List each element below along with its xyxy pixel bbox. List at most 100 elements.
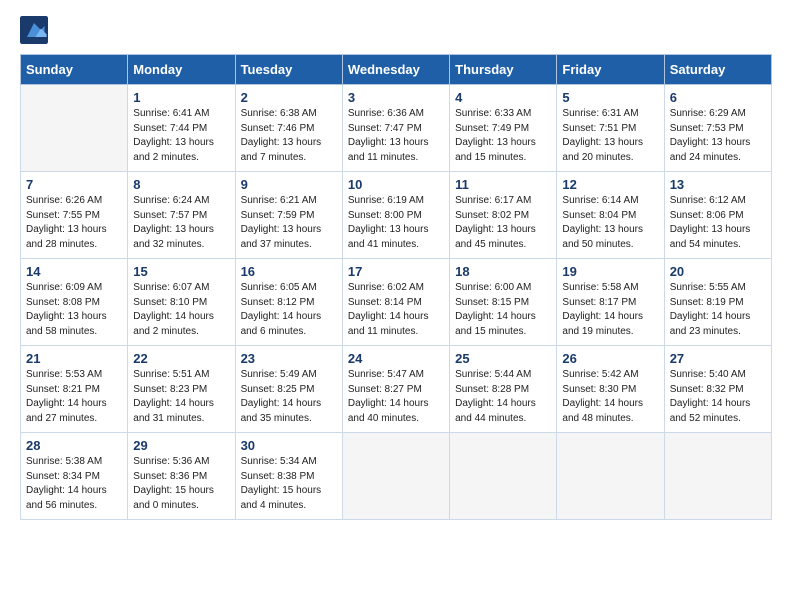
- day-details: Sunrise: 5:42 AM Sunset: 8:30 PM Dayligh…: [562, 368, 658, 426]
- calendar-cell: 20 Sunrise: 5:55 AM Sunset: 8:19 PM Dayli…: [664, 259, 771, 346]
- day-details: Sunrise: 6:07 AM Sunset: 8:10 PM Dayligh…: [133, 281, 229, 339]
- day-details: Sunrise: 5:49 AM Sunset: 8:25 PM Dayligh…: [241, 368, 337, 426]
- day-number: 26: [562, 351, 658, 366]
- day-details: Sunrise: 5:36 AM Sunset: 8:36 PM Dayligh…: [133, 455, 229, 513]
- day-details: Sunrise: 6:31 AM Sunset: 7:51 PM Dayligh…: [562, 107, 658, 165]
- day-details: Sunrise: 5:53 AM Sunset: 8:21 PM Dayligh…: [26, 368, 122, 426]
- day-details: Sunrise: 5:34 AM Sunset: 8:38 PM Dayligh…: [241, 455, 337, 513]
- calendar-cell: 9 Sunrise: 6:21 AM Sunset: 7:59 PM Daylig…: [235, 172, 342, 259]
- calendar-cell: 26 Sunrise: 5:42 AM Sunset: 8:30 PM Dayli…: [557, 346, 664, 433]
- calendar-cell: 8 Sunrise: 6:24 AM Sunset: 7:57 PM Daylig…: [128, 172, 235, 259]
- day-number: 3: [348, 90, 444, 105]
- day-number: 9: [241, 177, 337, 192]
- day-number: 11: [455, 177, 551, 192]
- day-details: Sunrise: 5:47 AM Sunset: 8:27 PM Dayligh…: [348, 368, 444, 426]
- day-number: 18: [455, 264, 551, 279]
- calendar-cell: 12Sunrise: 6:14 AM Sunset: 8:04 PM Dayli…: [557, 172, 664, 259]
- day-details: Sunrise: 6:33 AM Sunset: 7:49 PM Dayligh…: [455, 107, 551, 165]
- calendar-week-row: 28 Sunrise: 5:38 AM Sunset: 8:34 PM Dayli…: [21, 433, 772, 520]
- calendar-week-row: 21Sunrise: 5:53 AM Sunset: 8:21 PM Dayli…: [21, 346, 772, 433]
- day-number: 30: [241, 438, 337, 453]
- day-number: 2: [241, 90, 337, 105]
- day-number: 25: [455, 351, 551, 366]
- calendar-week-row: 1 Sunrise: 6:41 AM Sunset: 7:44 PM Daylig…: [21, 85, 772, 172]
- calendar-cell: 25Sunrise: 5:44 AM Sunset: 8:28 PM Dayli…: [450, 346, 557, 433]
- day-details: Sunrise: 6:24 AM Sunset: 7:57 PM Dayligh…: [133, 194, 229, 252]
- day-details: Sunrise: 6:21 AM Sunset: 7:59 PM Dayligh…: [241, 194, 337, 252]
- day-number: 23: [241, 351, 337, 366]
- day-details: Sunrise: 5:40 AM Sunset: 8:32 PM Dayligh…: [670, 368, 766, 426]
- day-details: Sunrise: 6:41 AM Sunset: 7:44 PM Dayligh…: [133, 107, 229, 165]
- calendar-cell: 22 Sunrise: 5:51 AM Sunset: 8:23 PM Dayli…: [128, 346, 235, 433]
- calendar-cell: 24 Sunrise: 5:47 AM Sunset: 8:27 PM Dayli…: [342, 346, 449, 433]
- day-number: 24: [348, 351, 444, 366]
- day-details: Sunrise: 6:09 AM Sunset: 8:08 PM Dayligh…: [26, 281, 122, 339]
- day-number: 27: [670, 351, 766, 366]
- calendar-cell: 21Sunrise: 5:53 AM Sunset: 8:21 PM Dayli…: [21, 346, 128, 433]
- calendar-table: SundayMondayTuesdayWednesdayThursdayFrid…: [20, 54, 772, 520]
- calendar-cell: 7 Sunrise: 6:26 AM Sunset: 7:55 PM Daylig…: [21, 172, 128, 259]
- calendar-cell: 4 Sunrise: 6:33 AM Sunset: 7:49 PM Daylig…: [450, 85, 557, 172]
- calendar-week-row: 7 Sunrise: 6:26 AM Sunset: 7:55 PM Daylig…: [21, 172, 772, 259]
- calendar-cell: 15Sunrise: 6:07 AM Sunset: 8:10 PM Dayli…: [128, 259, 235, 346]
- calendar-header-monday: Monday: [128, 55, 235, 85]
- calendar-header-wednesday: Wednesday: [342, 55, 449, 85]
- day-details: Sunrise: 5:38 AM Sunset: 8:34 PM Dayligh…: [26, 455, 122, 513]
- calendar-cell: [557, 433, 664, 520]
- calendar-cell: 2 Sunrise: 6:38 AM Sunset: 7:46 PM Daylig…: [235, 85, 342, 172]
- day-details: Sunrise: 6:17 AM Sunset: 8:02 PM Dayligh…: [455, 194, 551, 252]
- day-number: 19: [562, 264, 658, 279]
- calendar-header-row: SundayMondayTuesdayWednesdayThursdayFrid…: [21, 55, 772, 85]
- header: [20, 16, 772, 44]
- calendar-cell: 14 Sunrise: 6:09 AM Sunset: 8:08 PM Dayli…: [21, 259, 128, 346]
- calendar-cell: 5Sunrise: 6:31 AM Sunset: 7:51 PM Daylig…: [557, 85, 664, 172]
- day-number: 1: [133, 90, 229, 105]
- day-number: 7: [26, 177, 122, 192]
- calendar-cell: 28 Sunrise: 5:38 AM Sunset: 8:34 PM Dayli…: [21, 433, 128, 520]
- day-details: Sunrise: 6:26 AM Sunset: 7:55 PM Dayligh…: [26, 194, 122, 252]
- calendar-cell: 11 Sunrise: 6:17 AM Sunset: 8:02 PM Dayli…: [450, 172, 557, 259]
- day-number: 14: [26, 264, 122, 279]
- day-details: Sunrise: 5:51 AM Sunset: 8:23 PM Dayligh…: [133, 368, 229, 426]
- calendar-cell: [21, 85, 128, 172]
- logo: [20, 16, 50, 44]
- calendar-cell: [450, 433, 557, 520]
- calendar-cell: [664, 433, 771, 520]
- logo-icon: [20, 16, 48, 44]
- calendar-cell: 1 Sunrise: 6:41 AM Sunset: 7:44 PM Daylig…: [128, 85, 235, 172]
- calendar-cell: 27 Sunrise: 5:40 AM Sunset: 8:32 PM Dayli…: [664, 346, 771, 433]
- day-details: Sunrise: 5:55 AM Sunset: 8:19 PM Dayligh…: [670, 281, 766, 339]
- day-number: 13: [670, 177, 766, 192]
- calendar-header-tuesday: Tuesday: [235, 55, 342, 85]
- day-number: 6: [670, 90, 766, 105]
- day-number: 8: [133, 177, 229, 192]
- day-number: 29: [133, 438, 229, 453]
- day-number: 20: [670, 264, 766, 279]
- calendar-header-sunday: Sunday: [21, 55, 128, 85]
- calendar-cell: 10Sunrise: 6:19 AM Sunset: 8:00 PM Dayli…: [342, 172, 449, 259]
- day-number: 28: [26, 438, 122, 453]
- day-number: 10: [348, 177, 444, 192]
- day-details: Sunrise: 6:05 AM Sunset: 8:12 PM Dayligh…: [241, 281, 337, 339]
- calendar-week-row: 14 Sunrise: 6:09 AM Sunset: 8:08 PM Dayli…: [21, 259, 772, 346]
- day-number: 22: [133, 351, 229, 366]
- day-number: 16: [241, 264, 337, 279]
- calendar-cell: 3 Sunrise: 6:36 AM Sunset: 7:47 PM Daylig…: [342, 85, 449, 172]
- day-details: Sunrise: 6:02 AM Sunset: 8:14 PM Dayligh…: [348, 281, 444, 339]
- page: SundayMondayTuesdayWednesdayThursdayFrid…: [0, 0, 792, 536]
- calendar-cell: 19 Sunrise: 5:58 AM Sunset: 8:17 PM Dayli…: [557, 259, 664, 346]
- day-details: Sunrise: 6:36 AM Sunset: 7:47 PM Dayligh…: [348, 107, 444, 165]
- calendar-cell: 16 Sunrise: 6:05 AM Sunset: 8:12 PM Dayli…: [235, 259, 342, 346]
- day-number: 4: [455, 90, 551, 105]
- calendar-cell: 18 Sunrise: 6:00 AM Sunset: 8:15 PM Dayli…: [450, 259, 557, 346]
- day-details: Sunrise: 6:38 AM Sunset: 7:46 PM Dayligh…: [241, 107, 337, 165]
- calendar-cell: 17 Sunrise: 6:02 AM Sunset: 8:14 PM Dayli…: [342, 259, 449, 346]
- calendar-cell: 6Sunrise: 6:29 AM Sunset: 7:53 PM Daylig…: [664, 85, 771, 172]
- calendar-cell: [342, 433, 449, 520]
- day-details: Sunrise: 6:12 AM Sunset: 8:06 PM Dayligh…: [670, 194, 766, 252]
- day-details: Sunrise: 5:58 AM Sunset: 8:17 PM Dayligh…: [562, 281, 658, 339]
- day-details: Sunrise: 6:00 AM Sunset: 8:15 PM Dayligh…: [455, 281, 551, 339]
- calendar-header-saturday: Saturday: [664, 55, 771, 85]
- calendar-cell: 13 Sunrise: 6:12 AM Sunset: 8:06 PM Dayli…: [664, 172, 771, 259]
- day-number: 17: [348, 264, 444, 279]
